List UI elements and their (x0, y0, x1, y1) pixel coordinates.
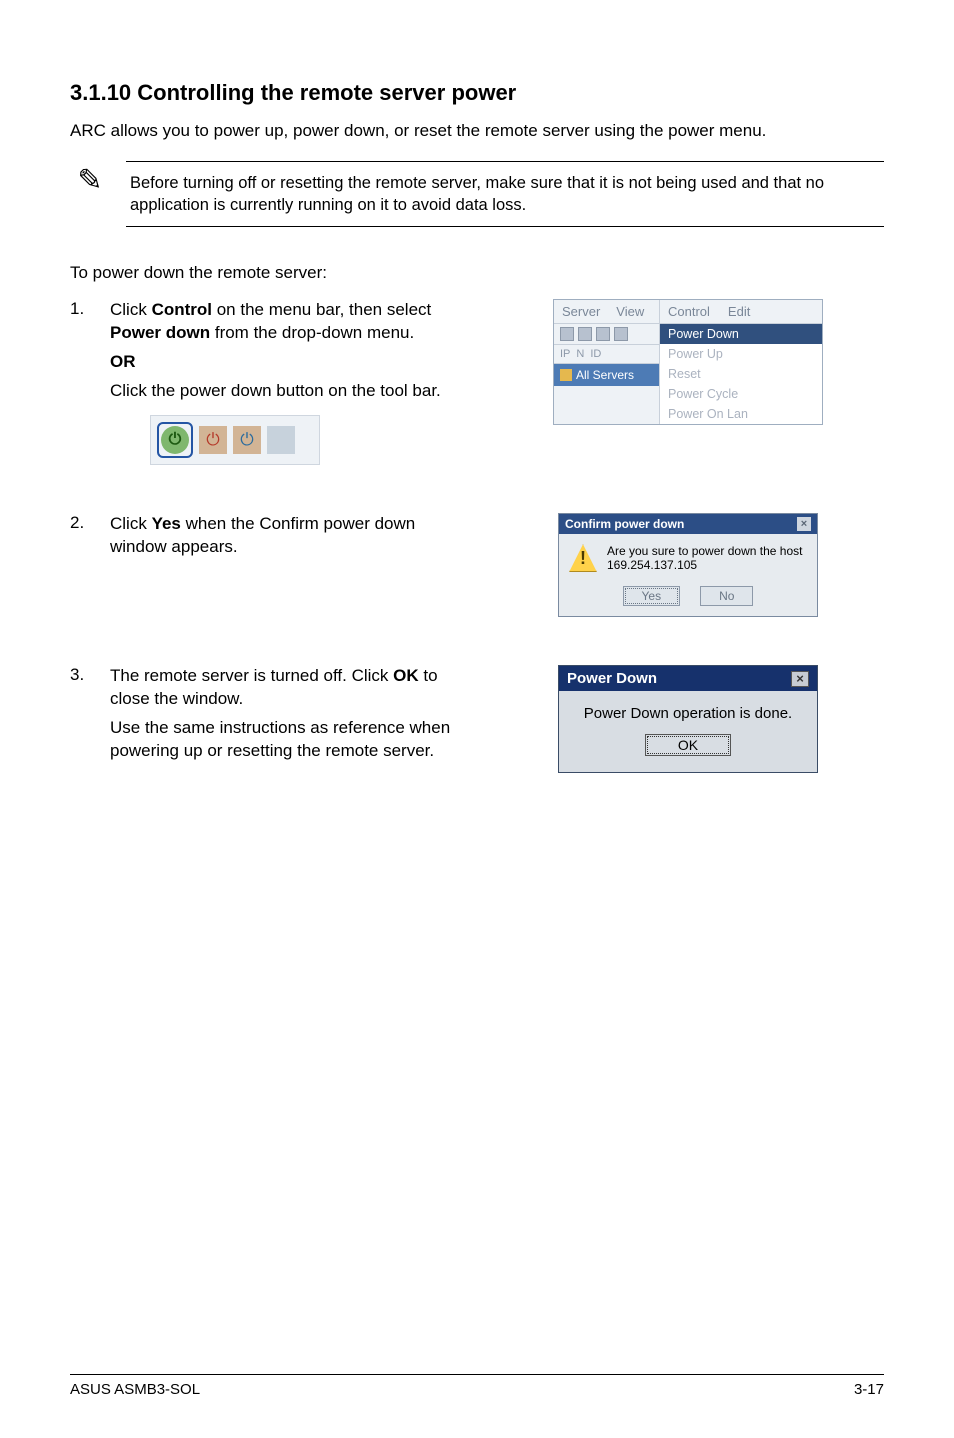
toolbar-icon[interactable] (560, 327, 574, 341)
step2-text: Click Yes when the Confirm power down wi… (110, 513, 470, 559)
step-number: 2. (70, 513, 88, 565)
menu-control[interactable]: Control (668, 304, 710, 319)
step-number: 3. (70, 665, 88, 769)
menu-item-power-up[interactable]: Power Up (660, 344, 822, 364)
yes-button[interactable]: Yes (623, 586, 681, 606)
reset-icon[interactable]: ⏻ (233, 426, 261, 454)
step3-line2: Use the same instructions as reference w… (110, 717, 470, 763)
menu-item-power-cycle[interactable]: Power Cycle (660, 384, 822, 404)
confirm-msg-line1: Are you sure to power down the host (607, 544, 802, 558)
step1-line1: Click Control on the menu bar, then sele… (110, 299, 470, 345)
note-text: Before turning off or resetting the remo… (126, 161, 884, 228)
tree-all-servers[interactable]: All Servers (576, 368, 634, 382)
close-icon[interactable]: × (797, 517, 811, 531)
section-heading: 3.1.10 Controlling the remote server pow… (70, 80, 884, 106)
footer-left: ASUS ASMB3-SOL (70, 1381, 200, 1398)
step-2: 2. Click Yes when the Confirm power down… (70, 513, 884, 617)
confirm-title: Confirm power down (565, 517, 684, 531)
done-dialog: Power Down × Power Down operation is don… (558, 665, 818, 773)
col-id: ID (590, 348, 601, 360)
confirm-msg-line2: 169.254.137.105 (607, 558, 802, 572)
toolbar-screenshot: ⏻ ⏻ ⏻ (150, 415, 320, 465)
toolbar-icon[interactable] (596, 327, 610, 341)
power-down-icon: ⏻ (161, 426, 189, 454)
intro-paragraph: ARC allows you to power up, power down, … (70, 120, 884, 143)
step-1: 1. Click Control on the menu bar, then s… (70, 299, 884, 465)
step1-line2: Click the power down button on the tool … (110, 380, 470, 403)
note-row: ✎ Before turning off or resetting the re… (70, 161, 884, 228)
power-up-icon[interactable]: ⏻ (199, 426, 227, 454)
menu-edit[interactable]: Edit (728, 304, 750, 319)
power-cycle-icon[interactable] (267, 426, 295, 454)
step-number: 1. (70, 299, 88, 465)
power-down-toolbar-button[interactable]: ⏻ (157, 422, 193, 458)
footer-right: 3-17 (854, 1381, 884, 1398)
tree-icon (560, 369, 572, 381)
confirm-dialog: Confirm power down × ! Are you sure to p… (558, 513, 818, 617)
menu-server[interactable]: Server (562, 304, 600, 319)
menu-item-reset[interactable]: Reset (660, 364, 822, 384)
col-n: N (576, 348, 584, 360)
menu-item-power-down[interactable]: Power Down (660, 324, 822, 344)
done-title: Power Down (567, 670, 657, 687)
toolbar-icon[interactable] (578, 327, 592, 341)
ok-button[interactable]: OK (645, 734, 731, 756)
no-button[interactable]: No (700, 586, 753, 606)
menu-item-power-on-lan[interactable]: Power On Lan (660, 404, 822, 424)
menu-view[interactable]: View (616, 304, 644, 319)
close-icon[interactable]: × (791, 671, 809, 687)
procedure-intro: To power down the remote server: (70, 263, 884, 283)
menu-screenshot: Server View Control Edit (553, 299, 823, 425)
control-dropdown: Power Down Power Up Reset Power Cycle Po… (659, 324, 822, 424)
page-footer: ASUS ASMB3-SOL 3-17 (70, 1374, 884, 1398)
warning-icon: ! (569, 544, 597, 572)
note-icon: ✎ (70, 161, 110, 198)
col-ip: IP (560, 348, 570, 360)
toolbar-icon[interactable] (614, 327, 628, 341)
done-msg: Power Down operation is done. (565, 705, 811, 722)
step1-or: OR (110, 352, 136, 371)
step3-line1: The remote server is turned off. Click O… (110, 665, 470, 711)
step-3: 3. The remote server is turned off. Clic… (70, 665, 884, 773)
